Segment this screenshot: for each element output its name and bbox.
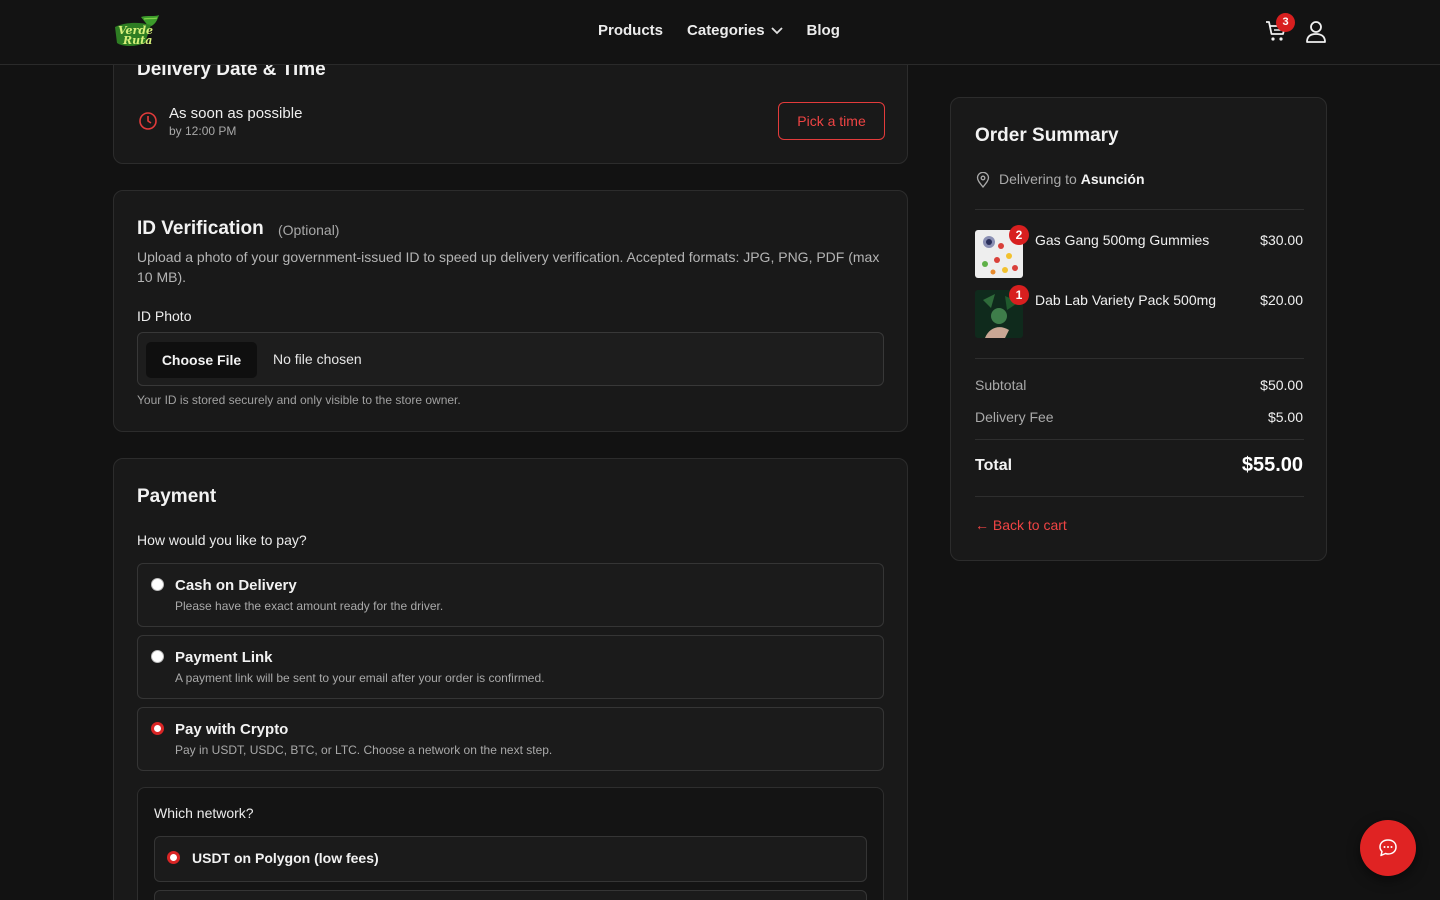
- payment-option-desc: A payment link will be sent to your emai…: [175, 671, 545, 685]
- item-qty-badge: 2: [1009, 225, 1029, 245]
- id-verification-title: ID Verification: [137, 218, 264, 239]
- delivery-fee-label: Delivery Fee: [975, 409, 1054, 425]
- chevron-down-icon: [770, 26, 783, 34]
- site-logo[interactable]: Verde Ruta: [111, 13, 163, 51]
- back-to-cart-link[interactable]: ← Back to cart: [975, 517, 1067, 533]
- clock-icon: [139, 112, 157, 130]
- subtotal-value: $50.00: [1260, 377, 1303, 393]
- polygon-radio[interactable]: [167, 851, 180, 864]
- cash-radio[interactable]: [151, 578, 164, 591]
- nav-categories-label: Categories: [687, 22, 765, 39]
- chat-button[interactable]: [1360, 820, 1416, 876]
- main-nav: Products Categories Blog: [598, 22, 864, 39]
- item-qty-badge: 1: [1009, 285, 1029, 305]
- id-file-input[interactable]: Choose File No file chosen: [137, 332, 884, 386]
- id-privacy-note: Your ID is stored securely and only visi…: [137, 393, 461, 407]
- choose-file-button[interactable]: Choose File: [146, 342, 257, 378]
- item-name: Gas Gang 500mg Gummies: [1035, 232, 1210, 248]
- nav-products-label: Products: [598, 22, 664, 39]
- divider: [975, 496, 1304, 497]
- divider: [975, 439, 1304, 440]
- item-price: $30.00: [1260, 232, 1303, 248]
- payment-option-title: Pay with Crypto: [175, 721, 289, 738]
- total-label: Total: [975, 457, 1013, 474]
- chat-bubble-icon: [1379, 839, 1397, 857]
- payment-option-desc: Pay in USDT, USDC, BTC, or LTC. Choose a…: [175, 743, 553, 757]
- svg-text:Ruta: Ruta: [122, 34, 152, 47]
- delivery-by-time: by 12:00 PM: [169, 124, 237, 138]
- payment-option-link[interactable]: Payment Link A payment link will be sent…: [137, 635, 884, 699]
- top-navbar: Verde Ruta Products Categories Blog 3: [0, 0, 1440, 65]
- id-verification-card: ID Verification (Optional) Upload a phot…: [113, 190, 908, 432]
- crypto-radio[interactable]: [151, 722, 164, 735]
- pick-time-button[interactable]: Pick a time: [778, 102, 885, 140]
- payment-card: Payment How would you like to pay? Cash …: [113, 458, 908, 900]
- payment-title: Payment: [137, 486, 217, 507]
- network-option-next[interactable]: [154, 890, 867, 900]
- payment-question: How would you like to pay?: [137, 532, 307, 548]
- network-question: Which network?: [154, 805, 254, 821]
- item-price: $20.00: [1260, 292, 1303, 308]
- delivery-fee-value: $5.00: [1267, 409, 1303, 425]
- total-value: $55.00: [1241, 454, 1303, 476]
- location-pin-icon: [976, 172, 990, 188]
- order-summary-card: Order Summary Delivering to Asunción 2 G…: [950, 97, 1327, 561]
- item-name: Dab Lab Variety Pack 500mg: [1035, 292, 1217, 308]
- id-photo-label: ID Photo: [137, 308, 192, 324]
- id-description: Upload a photo of your government-issued…: [137, 249, 880, 285]
- nav-categories[interactable]: Categories: [687, 22, 783, 39]
- network-option-polygon[interactable]: USDT on Polygon (low fees): [154, 836, 867, 882]
- payment-option-cash[interactable]: Cash on Delivery Please have the exact a…: [137, 563, 884, 627]
- payment-option-desc: Please have the exact amount ready for t…: [175, 599, 444, 613]
- network-selector: Which network? USDT on Polygon (low fees…: [137, 787, 884, 900]
- nav-products[interactable]: Products: [598, 22, 663, 39]
- nav-blog-label: Blog: [806, 22, 840, 39]
- user-icon[interactable]: [1305, 20, 1327, 44]
- optional-tag: (Optional): [278, 222, 340, 238]
- divider: [975, 358, 1304, 359]
- payment-option-title: Payment Link: [175, 649, 273, 666]
- delivering-prefix: Delivering to: [999, 171, 1077, 187]
- cart-count-badge: 3: [1276, 13, 1295, 32]
- network-option-title: USDT on Polygon (low fees): [192, 850, 379, 866]
- payment-option-title: Cash on Delivery: [175, 577, 297, 594]
- delivering-to: Delivering to Asunción: [999, 171, 1145, 187]
- payment-option-crypto[interactable]: Pay with Crypto Pay in USDT, USDC, BTC, …: [137, 707, 884, 771]
- delivery-city: Asunción: [1080, 171, 1145, 187]
- file-status: No file chosen: [273, 351, 362, 367]
- payment-link-radio[interactable]: [151, 650, 164, 663]
- asap-label: As soon as possible: [169, 105, 303, 122]
- divider: [975, 209, 1304, 210]
- nav-blog[interactable]: Blog: [807, 22, 840, 39]
- order-summary-title: Order Summary: [975, 125, 1119, 146]
- subtotal-label: Subtotal: [975, 377, 1027, 393]
